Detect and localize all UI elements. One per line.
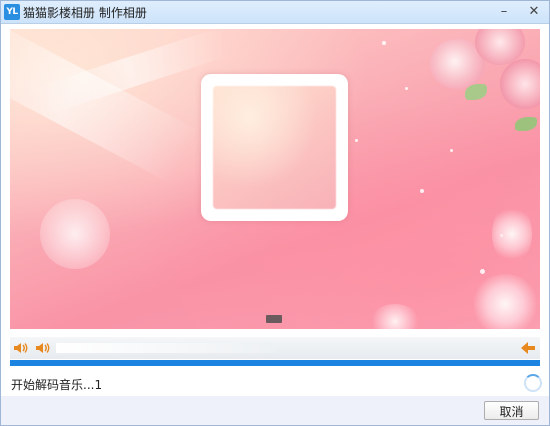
loading-spinner-icon (524, 374, 542, 392)
photo-frame (201, 74, 348, 221)
rose-decoration (500, 59, 540, 109)
progress-fill (10, 360, 540, 366)
playback-controls (10, 337, 540, 359)
sparkle (480, 269, 485, 274)
close-button[interactable]: ✕ (521, 1, 547, 23)
speaker-icon[interactable] (35, 341, 51, 355)
dialog-footer: 取消 (1, 396, 549, 425)
photo-preview (213, 86, 336, 209)
blossom-decoration (492, 204, 532, 264)
app-window: YL 猫猫影楼相册 制作相册 – ✕ 开始解码音乐...1 取消 (0, 0, 550, 426)
sparkle (355, 139, 358, 142)
blossom-decoration (370, 304, 420, 329)
sparkle (420, 189, 424, 193)
cancel-button[interactable]: 取消 (484, 401, 539, 420)
app-logo-icon: YL (4, 4, 20, 20)
sparkle (382, 41, 386, 45)
window-title: 猫猫影楼相册 制作相册 (23, 6, 147, 20)
speaker-icon[interactable] (13, 341, 29, 355)
leaf-decoration (515, 117, 537, 131)
slide-indicator[interactable] (266, 315, 282, 323)
sparkle (450, 149, 453, 152)
blossom-decoration (470, 274, 540, 329)
minimize-button[interactable]: – (491, 1, 517, 23)
title-bar: YL 猫猫影楼相册 制作相册 – ✕ (1, 1, 549, 24)
volume-slider[interactable] (56, 343, 276, 353)
light-glow (40, 199, 110, 269)
slideshow-preview (10, 29, 540, 329)
arrow-left-icon[interactable] (520, 340, 536, 356)
sparkle (405, 87, 408, 90)
leaf-decoration (465, 84, 487, 100)
encode-progress-bar (10, 360, 540, 366)
status-text: 开始解码音乐...1 (11, 378, 103, 392)
